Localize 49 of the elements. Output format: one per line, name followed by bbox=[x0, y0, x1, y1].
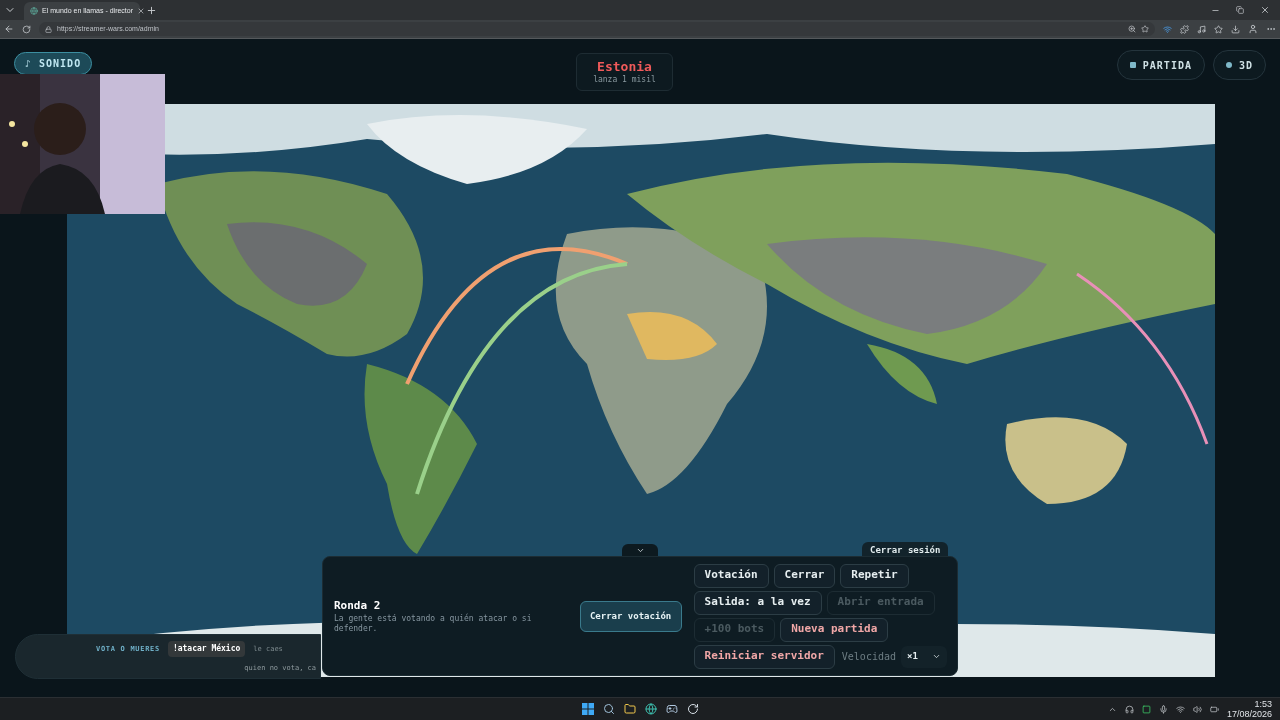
square-icon bbox=[1129, 62, 1136, 68]
browser-icon[interactable] bbox=[644, 703, 657, 715]
close-vote-button[interactable]: Cerrar votación bbox=[579, 600, 682, 632]
profile-icon[interactable] bbox=[1248, 24, 1258, 34]
microphone-icon[interactable] bbox=[1158, 704, 1168, 714]
danger-button[interactable]: Reiniciar servidor bbox=[693, 644, 835, 669]
search-icon[interactable] bbox=[602, 703, 615, 715]
app-icon[interactable] bbox=[686, 703, 699, 715]
danger-button[interactable]: Nueva partida bbox=[780, 617, 889, 642]
round-description: La gente está votando a quién atacar o si defender. bbox=[334, 614, 533, 635]
clock-time: 1:53 bbox=[1254, 699, 1272, 709]
new-tab-icon[interactable] bbox=[146, 4, 157, 16]
close-icon[interactable] bbox=[1260, 5, 1270, 15]
headphones-icon[interactable] bbox=[1124, 704, 1134, 714]
windows-logo-icon[interactable] bbox=[581, 703, 594, 715]
turn-action: lanza 1 misil bbox=[593, 75, 656, 86]
sound-button[interactable]: ♪ SONIDO bbox=[14, 52, 93, 75]
control-button[interactable]: Cerrar bbox=[773, 563, 836, 588]
music-icon[interactable] bbox=[1197, 24, 1206, 34]
folder-icon[interactable] bbox=[623, 703, 636, 715]
wifi-icon[interactable] bbox=[1175, 704, 1185, 714]
reload-icon[interactable] bbox=[22, 24, 31, 34]
download-icon[interactable] bbox=[1231, 24, 1240, 34]
control-button[interactable]: Salida: a la vez bbox=[693, 590, 822, 615]
speed-label: Velocidad bbox=[841, 650, 896, 664]
restore-icon[interactable] bbox=[1236, 6, 1244, 14]
extension-icon[interactable] bbox=[1180, 24, 1189, 34]
favorites-icon[interactable] bbox=[1214, 24, 1223, 34]
square-icon[interactable] bbox=[1141, 704, 1151, 714]
header-button[interactable]: PARTIDA bbox=[1116, 50, 1205, 80]
turn-country: Estonia bbox=[597, 59, 652, 75]
close-icon[interactable] bbox=[137, 7, 146, 15]
round-title: Ronda 2 bbox=[334, 597, 382, 614]
header-button[interactable]: 3D bbox=[1212, 50, 1266, 80]
favicon-icon bbox=[30, 7, 38, 15]
zoom-icon[interactable] bbox=[1128, 25, 1136, 33]
caret-icon bbox=[932, 652, 941, 661]
volume-icon[interactable] bbox=[1192, 704, 1202, 714]
vote-command: !atacar México bbox=[167, 641, 246, 657]
clock-date: 17/08/2026 bbox=[1226, 709, 1272, 719]
back-icon[interactable] bbox=[4, 24, 14, 34]
lock-icon bbox=[45, 25, 52, 33]
panel-toggle[interactable] bbox=[622, 544, 658, 556]
speed-select[interactable]: ×1 bbox=[901, 645, 947, 668]
gamepad-icon[interactable] bbox=[665, 703, 678, 715]
star-icon[interactable] bbox=[1141, 25, 1149, 33]
control-button[interactable]: Repetir bbox=[840, 563, 909, 588]
battery-icon[interactable] bbox=[1209, 704, 1219, 714]
control-button[interactable]: Votación bbox=[693, 563, 769, 588]
